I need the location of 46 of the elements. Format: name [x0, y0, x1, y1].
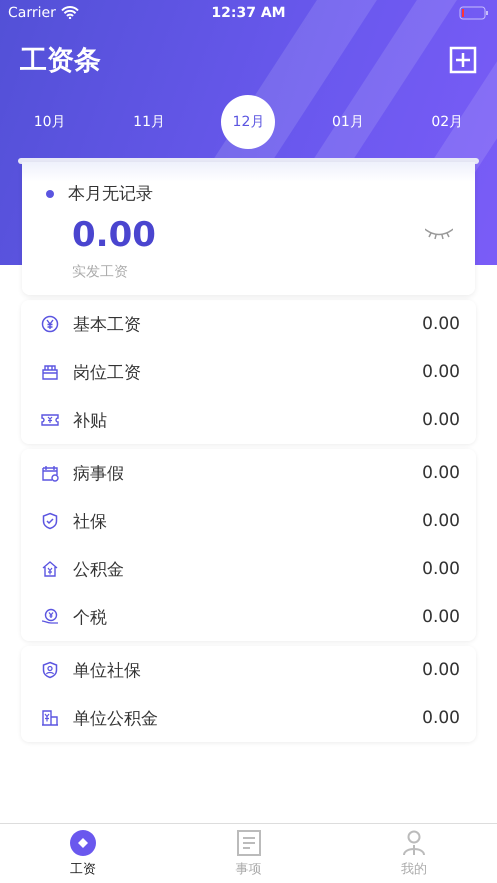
item-value: 0.00 [422, 607, 460, 627]
document-icon [236, 830, 260, 856]
calendar-icon [41, 464, 59, 482]
item-value: 0.00 [422, 660, 460, 680]
closed-eye-icon[interactable] [425, 228, 453, 240]
shop-icon [41, 363, 59, 381]
page-title: 工资条 [20, 44, 101, 78]
add-button[interactable] [449, 46, 477, 74]
battery-icon [458, 6, 489, 20]
status-time: 12:37 AM [210, 4, 287, 20]
house-yen-icon [41, 560, 59, 578]
item-value: 0.00 [422, 511, 460, 531]
wifi-icon [60, 6, 79, 19]
item-label: 社保 [73, 510, 108, 532]
carrier-label: Carrier [8, 4, 56, 20]
item-label: 岗位工资 [73, 362, 142, 384]
item-value: 0.00 [422, 463, 460, 483]
item-value: 0.00 [422, 559, 460, 579]
item-value: 0.00 [422, 362, 460, 382]
item-label: 单位公积金 [73, 708, 159, 730]
net-pay-amount: 0.00 [72, 215, 157, 255]
item-value: 0.00 [422, 708, 460, 728]
shield-check-icon [41, 512, 59, 530]
item-value: 0.00 [422, 314, 460, 334]
building-yen-icon [41, 709, 59, 727]
item-label: 补贴 [73, 410, 108, 432]
item-label: 病事假 [73, 462, 125, 484]
status-dot [46, 190, 54, 198]
item-label: 基本工资 [73, 314, 142, 336]
net-pay-caption: 实发工资 [72, 263, 129, 281]
item-label: 个税 [73, 606, 108, 628]
hand-coin-icon [41, 608, 59, 626]
person-icon [402, 830, 426, 856]
diamond-coin-icon [70, 830, 96, 856]
item-label: 公积金 [73, 558, 125, 580]
record-status: 本月无记录 [68, 183, 153, 205]
month-tab[interactable]: 10月 [22, 95, 77, 149]
yen-coin-icon [41, 315, 59, 333]
month-tab[interactable]: 02月 [420, 95, 474, 149]
month-tab[interactable]: 01月 [320, 95, 375, 149]
item-label: 单位社保 [73, 660, 142, 682]
tab-bar-item[interactable]: 工资 [0, 824, 166, 883]
item-value: 0.00 [422, 410, 460, 430]
month-tab[interactable]: 12月 [221, 95, 276, 149]
month-tab[interactable]: 11月 [122, 95, 176, 149]
shield-person-icon [41, 661, 59, 679]
